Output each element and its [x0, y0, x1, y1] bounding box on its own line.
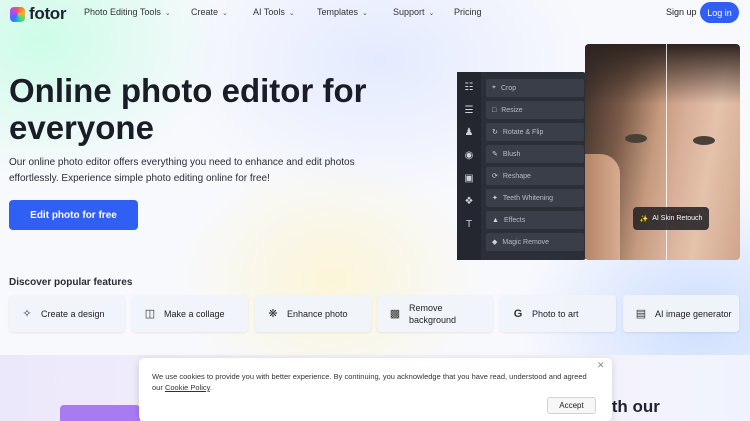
feature-label: Make a collage: [164, 308, 225, 319]
menu-item-effects: ▲ Effects: [486, 211, 584, 229]
cookie-text: We use cookies to provide you with bette…: [152, 371, 592, 393]
remove-bg-icon: ▩: [389, 308, 401, 320]
feature-label: AI image generator: [655, 308, 732, 319]
nav-label: Create: [191, 7, 219, 17]
feature-photo-to-art[interactable]: G Photo to art: [500, 295, 616, 332]
nav-label: Photo Editing Tools: [84, 7, 161, 17]
art-icon: G: [513, 307, 523, 320]
menu-item-label: Crop: [500, 84, 517, 92]
feature-label: Photo to art: [532, 308, 579, 319]
cookie-message: We use cookies to provide you with bette…: [152, 372, 587, 392]
hero-title: Online photo editor for everyone: [9, 72, 367, 146]
nav-ai-tools[interactable]: AI Tools ⌄: [253, 7, 295, 17]
sparkle-icon: ✨: [639, 215, 649, 223]
text-icon: T: [465, 219, 473, 230]
ai-skin-retouch-badge: ✨ AI Skin Retouch: [633, 207, 709, 230]
nav-label: AI Tools: [253, 7, 285, 17]
photo-eye: [693, 136, 715, 145]
chevron-down-icon: ⌄: [362, 10, 368, 17]
collage-icon: ◫: [144, 308, 156, 320]
eraser-icon: ◆: [492, 239, 498, 246]
feature-label: Remove background: [409, 302, 457, 325]
magic-wand-icon: ✧: [22, 308, 32, 320]
cookie-policy-link[interactable]: Cookie Policy: [165, 383, 210, 392]
nav-templates[interactable]: Templates ⌄: [317, 7, 368, 17]
feature-label: Create a design: [41, 308, 105, 319]
crop-icon: ⌖: [492, 84, 496, 91]
feature-remove-background[interactable]: ▩ Remove background: [377, 295, 493, 332]
feature-make-collage[interactable]: ◫ Make a collage: [132, 295, 248, 332]
feature-ai-image-generator[interactable]: ▤ AI image generator: [623, 295, 739, 332]
menu-item-reshape: ⟳ Reshape: [486, 167, 584, 185]
accept-cookies-button[interactable]: Accept: [547, 397, 596, 414]
chevron-down-icon: ⌄: [428, 10, 435, 17]
menu-item-label: Resize: [501, 106, 523, 114]
menu-item-crop: ⌖ Crop: [486, 79, 584, 97]
resize-icon: □: [492, 106, 497, 114]
nav-label: Pricing: [454, 7, 482, 17]
photo-eye: [625, 134, 647, 143]
menu-item-label: Rotate & Flip: [502, 128, 544, 136]
nav-photo-editing-tools[interactable]: Photo Editing Tools ⌄: [84, 7, 171, 17]
editor-tool-column: [457, 72, 481, 260]
edit-photo-free-button[interactable]: Edit photo for free: [9, 200, 138, 230]
menu-item-rotate-flip: ↻ Rotate & Flip: [486, 123, 584, 141]
person-icon: ♟: [464, 127, 474, 138]
flask-icon: ▲: [492, 216, 499, 224]
menu-item-magic-remove: ◆ Magic Remove: [486, 233, 584, 251]
menu-item-label: Teeth Whitening: [502, 194, 554, 202]
features-title: Discover popular features: [9, 277, 133, 288]
hero-description: Our online photo editor offers everythin…: [9, 157, 355, 184]
cookie-period: .: [209, 383, 212, 392]
feature-enhance-photo[interactable]: ❋ Enhance photo: [255, 295, 371, 332]
menu-item-blush: ✎ Blush: [486, 145, 584, 163]
fotor-logo[interactable]: fotor: [10, 4, 67, 24]
purple-card-edge: [60, 405, 140, 421]
feature-label: Enhance photo: [287, 308, 348, 319]
enhance-icon: ❋: [268, 308, 278, 320]
logo-text: fotor: [29, 4, 67, 23]
chevron-down-icon: ⌄: [288, 10, 295, 17]
nav-label: Support: [393, 7, 425, 17]
fotor-logo-icon: [10, 6, 25, 22]
frame-icon: ▣: [464, 173, 474, 184]
nav-pricing[interactable]: Pricing: [454, 7, 482, 17]
nav-label: Templates: [317, 7, 359, 17]
photo-hand: [585, 154, 620, 260]
badge-label: AI Skin Retouch: [652, 215, 703, 222]
rotate-icon: ↻: [492, 129, 498, 136]
ai-image-icon: ▤: [635, 308, 647, 320]
menu-item-label: Reshape: [502, 172, 531, 180]
login-button[interactable]: Log in: [700, 2, 739, 23]
feature-create-design[interactable]: ✧ Create a design: [9, 295, 125, 332]
menu-item-teeth-whitening: ✦ Teeth Whitening: [486, 189, 584, 207]
sparkle-icon: ✦: [492, 195, 498, 202]
close-icon[interactable]: ✕: [597, 360, 605, 371]
section2-title-fragment: ith our: [607, 397, 660, 416]
menu-item-label: Effects: [503, 216, 526, 224]
elements-icon: ❖: [464, 196, 474, 207]
photo-hair: [585, 44, 740, 104]
nav-support[interactable]: Support ⌄: [393, 7, 434, 17]
menu-item-resize: □ Resize: [486, 101, 584, 119]
reshape-icon: ⟳: [492, 173, 498, 180]
chevron-down-icon: ⌄: [222, 10, 228, 17]
menu-item-label: Magic Remove: [502, 238, 550, 246]
signup-link[interactable]: Sign up: [666, 7, 697, 17]
chevron-down-icon: ⌄: [164, 10, 171, 17]
nav-create[interactable]: Create ⌄: [191, 7, 228, 17]
menu-item-label: Blush: [502, 150, 521, 158]
grid-icon: ☷: [464, 82, 474, 93]
eye-icon: ◉: [464, 150, 474, 161]
blush-icon: ✎: [492, 151, 498, 158]
sliders-icon: ☰: [464, 105, 474, 116]
